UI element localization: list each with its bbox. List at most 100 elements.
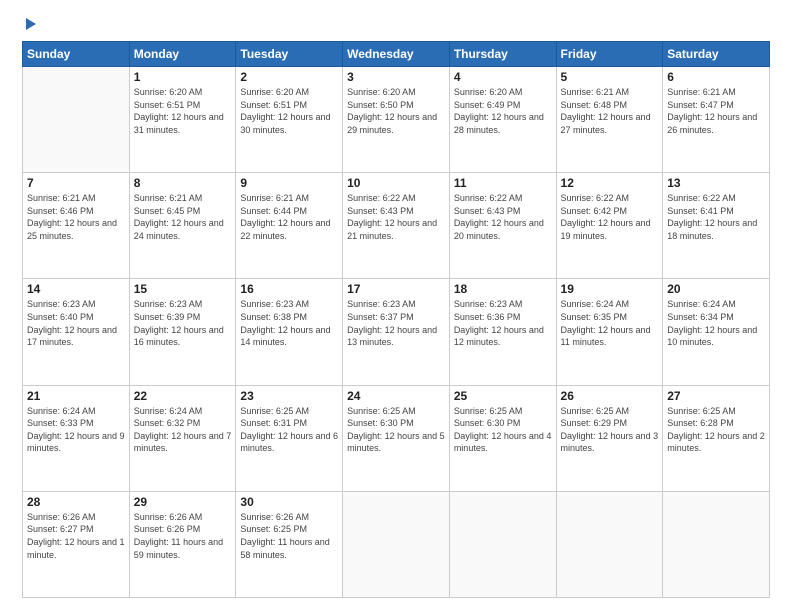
- day-info: Sunrise: 6:25 AMSunset: 6:28 PMDaylight:…: [667, 405, 765, 455]
- calendar-cell: 8 Sunrise: 6:21 AMSunset: 6:45 PMDaylight…: [129, 173, 236, 279]
- day-number: 11: [454, 176, 552, 190]
- day-number: 30: [240, 495, 338, 509]
- day-number: 26: [561, 389, 659, 403]
- day-info: Sunrise: 6:21 AMSunset: 6:48 PMDaylight:…: [561, 86, 659, 136]
- calendar-cell: [23, 67, 130, 173]
- calendar-cell: 2 Sunrise: 6:20 AMSunset: 6:51 PMDaylight…: [236, 67, 343, 173]
- calendar-cell: 4Sunrise: 6:20 AMSunset: 6:49 PMDaylight…: [449, 67, 556, 173]
- calendar-cell: [449, 491, 556, 597]
- calendar-cell: 13Sunrise: 6:22 AMSunset: 6:41 PMDayligh…: [663, 173, 770, 279]
- day-number: 17: [347, 282, 445, 296]
- logo-triangle-icon: [26, 18, 36, 30]
- calendar-cell: 5 Sunrise: 6:21 AMSunset: 6:48 PMDaylight…: [556, 67, 663, 173]
- day-info: Sunrise: 6:22 AMSunset: 6:43 PMDaylight:…: [454, 192, 552, 242]
- calendar-cell: 30 Sunrise: 6:26 AMSunset: 6:25 PMDayligh…: [236, 491, 343, 597]
- calendar-cell: 11 Sunrise: 6:22 AMSunset: 6:43 PMDayligh…: [449, 173, 556, 279]
- day-number: 23: [240, 389, 338, 403]
- day-info: Sunrise: 6:21 AMSunset: 6:45 PMDaylight:…: [134, 192, 232, 242]
- day-number: 27: [667, 389, 765, 403]
- day-info: Sunrise: 6:24 AMSunset: 6:35 PMDaylight:…: [561, 298, 659, 348]
- calendar-cell: 10 Sunrise: 6:22 AMSunset: 6:43 PMDayligh…: [343, 173, 450, 279]
- calendar-week-row: 28 Sunrise: 6:26 AMSunset: 6:27 PMDayligh…: [23, 491, 770, 597]
- calendar-cell: 14 Sunrise: 6:23 AMSunset: 6:40 PMDayligh…: [23, 279, 130, 385]
- calendar-cell: 1 Sunrise: 6:20 AMSunset: 6:51 PMDaylight…: [129, 67, 236, 173]
- calendar-cell: 23 Sunrise: 6:25 AMSunset: 6:31 PMDayligh…: [236, 385, 343, 491]
- day-info: Sunrise: 6:25 AMSunset: 6:30 PMDaylight:…: [347, 405, 445, 455]
- header: [22, 18, 770, 31]
- day-info: Sunrise: 6:23 AMSunset: 6:40 PMDaylight:…: [27, 298, 125, 348]
- day-number: 3: [347, 70, 445, 84]
- day-number: 29: [134, 495, 232, 509]
- calendar-cell: 17Sunrise: 6:23 AMSunset: 6:37 PMDayligh…: [343, 279, 450, 385]
- calendar-cell: 26Sunrise: 6:25 AMSunset: 6:29 PMDayligh…: [556, 385, 663, 491]
- day-number: 22: [134, 389, 232, 403]
- calendar-cell: 21 Sunrise: 6:24 AMSunset: 6:33 PMDayligh…: [23, 385, 130, 491]
- calendar-cell: 12 Sunrise: 6:22 AMSunset: 6:42 PMDayligh…: [556, 173, 663, 279]
- calendar-cell: 24 Sunrise: 6:25 AMSunset: 6:30 PMDayligh…: [343, 385, 450, 491]
- day-number: 10: [347, 176, 445, 190]
- calendar-cell: 7 Sunrise: 6:21 AMSunset: 6:46 PMDaylight…: [23, 173, 130, 279]
- day-info: Sunrise: 6:26 AMSunset: 6:27 PMDaylight:…: [27, 511, 125, 561]
- calendar-cell: [556, 491, 663, 597]
- calendar-week-row: 7 Sunrise: 6:21 AMSunset: 6:46 PMDaylight…: [23, 173, 770, 279]
- day-number: 9: [240, 176, 338, 190]
- day-number: 14: [27, 282, 125, 296]
- day-info: Sunrise: 6:24 AMSunset: 6:32 PMDaylight:…: [134, 405, 232, 455]
- calendar-cell: 3 Sunrise: 6:20 AMSunset: 6:50 PMDaylight…: [343, 67, 450, 173]
- day-number: 1: [134, 70, 232, 84]
- day-number: 21: [27, 389, 125, 403]
- day-info: Sunrise: 6:24 AMSunset: 6:34 PMDaylight:…: [667, 298, 765, 348]
- calendar-cell: 29 Sunrise: 6:26 AMSunset: 6:26 PMDayligh…: [129, 491, 236, 597]
- day-number: 8: [134, 176, 232, 190]
- day-number: 18: [454, 282, 552, 296]
- day-number: 28: [27, 495, 125, 509]
- day-number: 15: [134, 282, 232, 296]
- calendar-day-header: Monday: [129, 42, 236, 67]
- calendar-header-row: SundayMondayTuesdayWednesdayThursdayFrid…: [23, 42, 770, 67]
- calendar-table: SundayMondayTuesdayWednesdayThursdayFrid…: [22, 41, 770, 598]
- day-info: Sunrise: 6:24 AMSunset: 6:33 PMDaylight:…: [27, 405, 125, 455]
- calendar-day-header: Thursday: [449, 42, 556, 67]
- day-info: Sunrise: 6:22 AMSunset: 6:43 PMDaylight:…: [347, 192, 445, 242]
- day-info: Sunrise: 6:23 AMSunset: 6:38 PMDaylight:…: [240, 298, 338, 348]
- calendar-cell: 20 Sunrise: 6:24 AMSunset: 6:34 PMDayligh…: [663, 279, 770, 385]
- day-info: Sunrise: 6:20 AMSunset: 6:50 PMDaylight:…: [347, 86, 445, 136]
- day-info: Sunrise: 6:23 AMSunset: 6:36 PMDaylight:…: [454, 298, 552, 348]
- day-info: Sunrise: 6:25 AMSunset: 6:31 PMDaylight:…: [240, 405, 338, 455]
- day-info: Sunrise: 6:26 AMSunset: 6:25 PMDaylight:…: [240, 511, 338, 561]
- day-number: 12: [561, 176, 659, 190]
- day-number: 25: [454, 389, 552, 403]
- calendar-cell: [343, 491, 450, 597]
- calendar-cell: 27 Sunrise: 6:25 AMSunset: 6:28 PMDayligh…: [663, 385, 770, 491]
- day-info: Sunrise: 6:21 AMSunset: 6:44 PMDaylight:…: [240, 192, 338, 242]
- logo-blue: [22, 18, 36, 31]
- day-number: 2: [240, 70, 338, 84]
- day-number: 5: [561, 70, 659, 84]
- calendar-day-header: Saturday: [663, 42, 770, 67]
- day-number: 24: [347, 389, 445, 403]
- day-info: Sunrise: 6:22 AMSunset: 6:42 PMDaylight:…: [561, 192, 659, 242]
- day-number: 4: [454, 70, 552, 84]
- calendar-cell: 22 Sunrise: 6:24 AMSunset: 6:32 PMDayligh…: [129, 385, 236, 491]
- day-info: Sunrise: 6:26 AMSunset: 6:26 PMDaylight:…: [134, 511, 232, 561]
- calendar-cell: 28 Sunrise: 6:26 AMSunset: 6:27 PMDayligh…: [23, 491, 130, 597]
- day-info: Sunrise: 6:21 AMSunset: 6:46 PMDaylight:…: [27, 192, 125, 242]
- day-number: 6: [667, 70, 765, 84]
- calendar-cell: 19 Sunrise: 6:24 AMSunset: 6:35 PMDayligh…: [556, 279, 663, 385]
- calendar-cell: 6Sunrise: 6:21 AMSunset: 6:47 PMDaylight…: [663, 67, 770, 173]
- calendar-day-header: Friday: [556, 42, 663, 67]
- day-info: Sunrise: 6:20 AMSunset: 6:51 PMDaylight:…: [134, 86, 232, 136]
- day-number: 19: [561, 282, 659, 296]
- calendar-day-header: Tuesday: [236, 42, 343, 67]
- day-info: Sunrise: 6:25 AMSunset: 6:30 PMDaylight:…: [454, 405, 552, 455]
- day-number: 7: [27, 176, 125, 190]
- day-info: Sunrise: 6:23 AMSunset: 6:39 PMDaylight:…: [134, 298, 232, 348]
- day-number: 20: [667, 282, 765, 296]
- calendar-day-header: Wednesday: [343, 42, 450, 67]
- calendar-week-row: 14 Sunrise: 6:23 AMSunset: 6:40 PMDayligh…: [23, 279, 770, 385]
- day-info: Sunrise: 6:20 AMSunset: 6:51 PMDaylight:…: [240, 86, 338, 136]
- day-number: 16: [240, 282, 338, 296]
- logo: [22, 18, 36, 31]
- calendar-cell: 18 Sunrise: 6:23 AMSunset: 6:36 PMDayligh…: [449, 279, 556, 385]
- calendar-cell: 25 Sunrise: 6:25 AMSunset: 6:30 PMDayligh…: [449, 385, 556, 491]
